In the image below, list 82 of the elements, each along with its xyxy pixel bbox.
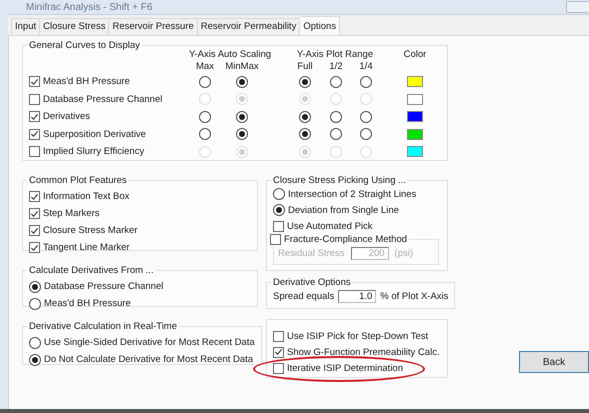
radio-button[interactable] <box>199 128 211 140</box>
radio-button[interactable] <box>236 76 248 88</box>
checkbox-label: Step Markers <box>43 208 100 219</box>
group-title: Calculate Derivatives From ... <box>28 265 155 276</box>
radio-button[interactable] <box>299 128 311 140</box>
radio-button[interactable] <box>236 128 248 140</box>
color-swatch[interactable] <box>407 76 423 88</box>
column-header: MinMax <box>224 61 260 73</box>
column-header: Y-Axis Plot Range <box>296 49 374 61</box>
checkbox-label: Derivatives <box>43 111 90 122</box>
tab[interactable]: Options <box>300 16 340 36</box>
checkbox[interactable] <box>273 220 284 232</box>
radio-button[interactable] <box>236 110 248 123</box>
checkbox[interactable] <box>29 191 40 202</box>
column-header: Full <box>296 61 314 73</box>
group-title: Common Plot Features <box>28 175 128 186</box>
tab[interactable]: Reservoir Pressure <box>109 18 198 35</box>
radio-button[interactable] <box>330 128 342 140</box>
color-swatch[interactable] <box>407 111 423 122</box>
checkbox[interactable] <box>273 362 284 374</box>
checkbox-label: Meas'd BH Pressure <box>43 76 130 88</box>
checkbox[interactable] <box>29 128 40 140</box>
checkbox-label: Show G-Function Premeability Calc. <box>287 346 440 358</box>
radio-button[interactable] <box>330 110 342 123</box>
checkbox-label: Use Automated Pick <box>287 220 373 232</box>
checkbox[interactable] <box>29 111 40 122</box>
radio-button[interactable] <box>360 76 372 88</box>
radio-label: Deviation from Single Line <box>288 204 399 216</box>
window-title: Minifrac Analysis - Shift + F6 <box>25 2 152 12</box>
radio-button[interactable] <box>273 188 285 200</box>
tab[interactable]: Closure Stress <box>40 18 110 35</box>
checkbox-label: Use ISIP Pick for Step-Down Test <box>287 330 428 342</box>
checkbox[interactable] <box>29 76 40 88</box>
spread-field[interactable]: 1.0 <box>338 290 376 303</box>
radio-button[interactable] <box>360 128 372 140</box>
radio-label: Meas'd BH Pressure <box>44 298 131 309</box>
column-header: Color <box>402 49 428 61</box>
checkbox[interactable] <box>29 225 40 236</box>
group-title: Closure Stress Picking Using ... <box>272 175 408 186</box>
unit-label: % of Plot X-Axis <box>380 291 448 302</box>
checkbox[interactable] <box>273 346 284 358</box>
radio-button[interactable] <box>299 76 311 88</box>
unit-label: (psi) <box>394 248 414 258</box>
checkbox[interactable] <box>29 208 40 219</box>
color-swatch[interactable] <box>407 128 423 140</box>
radio-button[interactable] <box>29 280 41 292</box>
checkbox[interactable] <box>29 242 40 253</box>
radio-button[interactable] <box>273 204 285 216</box>
checkbox-label: Information Text Box <box>43 191 130 202</box>
checkbox-label: Closure Stress Marker <box>43 225 138 236</box>
checkbox[interactable] <box>273 330 284 342</box>
checkbox-label: Superposition Derivative <box>43 128 146 140</box>
checkbox-label: Database Pressure Channel <box>43 94 162 105</box>
column-header: Max <box>195 61 215 73</box>
field-label: Spread equals <box>273 291 334 302</box>
checkbox-label: Implied Slurry Efficiency <box>43 146 144 158</box>
column-header: 1/2 <box>328 61 344 73</box>
checkbox[interactable] <box>270 234 281 245</box>
tab[interactable]: Input <box>11 18 40 35</box>
group-title: Derivative Calculation in Real-Time <box>28 321 178 332</box>
radio-button[interactable] <box>29 298 41 310</box>
radio-label: Do Not Calculate Derivative for Most Recent Data <box>44 354 254 365</box>
radio-button[interactable] <box>360 110 372 123</box>
column-header: 1/4 <box>358 61 374 73</box>
column-header: Y-Axis Auto Scaling <box>189 49 272 61</box>
radio-button[interactable] <box>29 336 41 348</box>
checkbox-label: Tangent Line Marker <box>43 242 130 253</box>
group-title: Derivative Options <box>272 277 352 288</box>
back-button[interactable]: Back <box>519 351 589 373</box>
field-label: Residual Stress <box>278 248 345 258</box>
checkbox-label: Fracture-Compliance Method <box>284 234 408 245</box>
radio-label: Use Single-Sided Derivative for Most Recent Data <box>44 337 255 348</box>
radio-label: Intersection of 2 Straight Lines <box>288 188 416 200</box>
radio-label: Database Pressure Channel <box>44 281 164 292</box>
radio-button[interactable] <box>330 76 342 88</box>
group-title: General Curves to Display <box>28 40 141 51</box>
tab[interactable]: Reservoir Permeability <box>198 18 300 35</box>
radio-button[interactable] <box>29 354 41 366</box>
checkbox-label: Iterative ISIP Determination <box>287 362 403 374</box>
radio-button[interactable] <box>299 110 311 123</box>
radio-button[interactable] <box>199 76 211 88</box>
radio-button[interactable] <box>199 110 211 123</box>
